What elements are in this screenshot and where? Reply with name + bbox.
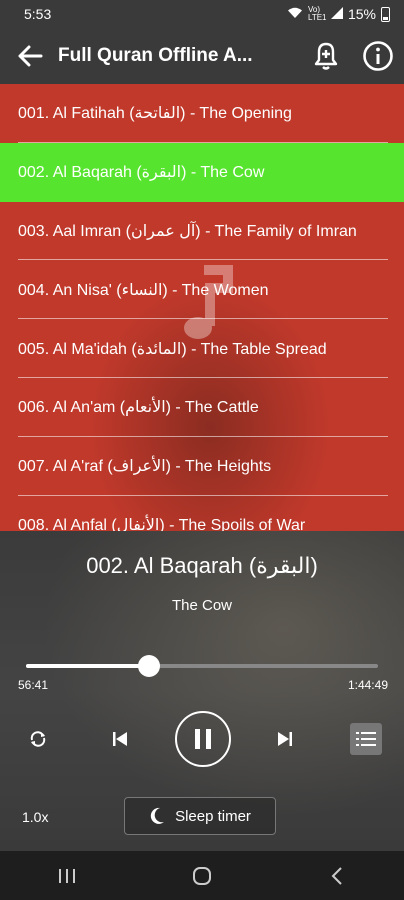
previous-button[interactable] <box>104 723 136 755</box>
skip-previous-icon <box>113 732 127 746</box>
app-title: Full Quran Offline A... <box>58 45 253 66</box>
status-bar: 5:53 Vo) LTE1 15% <box>0 0 404 28</box>
home-icon <box>192 866 211 885</box>
home-button[interactable] <box>172 851 232 900</box>
queue-list-icon <box>356 732 376 746</box>
playback-speed-button[interactable]: 1.0x <box>22 809 48 825</box>
play-pause-button[interactable] <box>175 711 231 767</box>
system-nav-bar <box>0 851 404 900</box>
surah-list-item[interactable]: 004. An Nisa' (النساء) - The Women <box>0 260 404 319</box>
now-playing-subtitle: The Cow <box>171 597 233 614</box>
wifi-icon <box>287 7 303 22</box>
skip-next-icon <box>278 732 292 746</box>
repeat-icon <box>30 731 46 747</box>
bell-add-icon <box>314 42 338 70</box>
surah-list-item[interactable]: 008. Al Anfal (الأنفال) - The Spoils of … <box>0 496 404 531</box>
app-bar: Full Quran Offline A... <box>0 28 404 84</box>
back-arrow-icon <box>18 45 43 67</box>
queue-button[interactable] <box>350 723 382 755</box>
sleep-timer-button[interactable]: Sleep timer <box>124 797 276 835</box>
info-button[interactable] <box>352 28 404 84</box>
now-playing-title: 002. Al Baqarah (البقرة) <box>86 553 318 578</box>
surah-list-item[interactable]: 001. Al Fatihah (الفاتحة) - The Opening <box>0 84 404 143</box>
next-button[interactable] <box>269 723 301 755</box>
status-time: 5:53 <box>24 6 52 22</box>
surah-list-item[interactable]: 005. Al Ma'idah (المائدة) - The Table Sp… <box>0 319 404 378</box>
battery-icon <box>381 6 390 22</box>
status-icons: Vo) LTE1 15% <box>287 6 390 22</box>
surah-list-item[interactable]: 006. Al An'am (الأنعام) - The Cattle <box>0 378 404 437</box>
seek-thumb[interactable] <box>138 655 161 677</box>
signal-label: Vo) LTE1 <box>307 5 327 22</box>
recents-button[interactable] <box>37 851 97 900</box>
seek-progress <box>26 664 150 668</box>
sleep-timer-label: Sleep timer <box>175 807 251 825</box>
signal-icon <box>330 6 343 22</box>
total-time: 1:44:49 <box>347 678 388 692</box>
system-back-button[interactable] <box>307 851 367 900</box>
moon-icon <box>150 807 165 824</box>
repeat-button[interactable] <box>22 723 54 755</box>
surah-list-item[interactable]: 007. Al A'raf (الأعراف) - The Heights <box>0 437 404 496</box>
player-panel: 002. Al Baqarah (البقرة) The Cow 56:41 1… <box>0 531 404 851</box>
pause-icon <box>195 729 211 749</box>
nav-back-icon <box>331 866 342 885</box>
battery-percent: 15% <box>347 6 376 22</box>
notification-button[interactable] <box>300 28 352 84</box>
recents-icon <box>59 868 76 883</box>
surah-list-item[interactable]: 002. Al Baqarah (البقرة) - The Cow <box>0 142 404 202</box>
surah-list-item[interactable]: 003. Aal Imran (آل عمران) - The Family o… <box>0 202 404 261</box>
elapsed-time: 56:41 <box>18 678 49 692</box>
info-icon <box>363 41 393 71</box>
seek-bar[interactable] <box>26 655 378 677</box>
surah-list: 001. Al Fatihah (الفاتحة) - The Opening 0… <box>0 84 404 531</box>
